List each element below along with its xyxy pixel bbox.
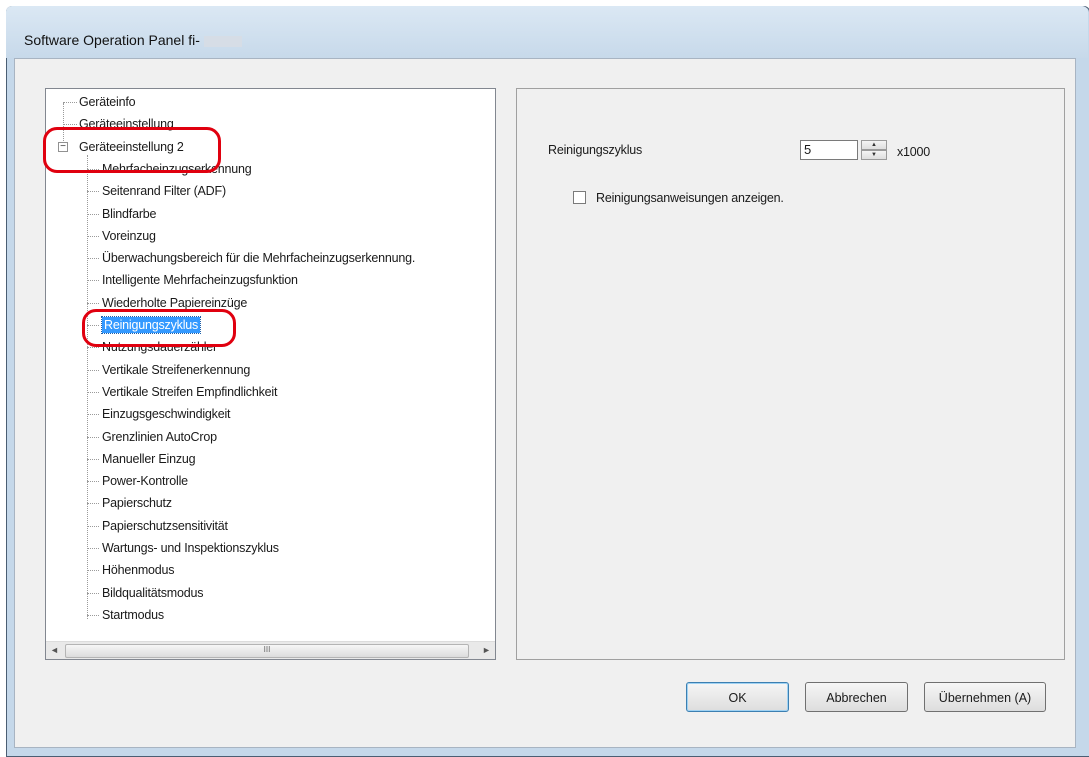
show-instructions-label[interactable]: Reinigungsanweisungen anzeigen. bbox=[596, 191, 784, 205]
tree-connector bbox=[63, 102, 77, 103]
tree-connector bbox=[87, 191, 99, 192]
tree-item-hohenmodus[interactable]: Höhenmodus bbox=[102, 562, 175, 578]
tree-connector bbox=[87, 481, 99, 482]
tree-connector bbox=[87, 526, 99, 527]
highlight-annotation bbox=[43, 127, 221, 173]
tree-connector bbox=[87, 503, 99, 504]
tree-connector bbox=[87, 214, 99, 215]
tree-connector bbox=[63, 124, 77, 125]
tree-item-grenzlinien-autocrop[interactable]: Grenzlinien AutoCrop bbox=[102, 429, 217, 445]
scroll-left-icon[interactable]: ◄ bbox=[46, 642, 63, 659]
tree-connector bbox=[87, 459, 99, 460]
tree-connector bbox=[87, 392, 99, 393]
tree-connector bbox=[87, 615, 99, 616]
window-title: Software Operation Panel fi- bbox=[24, 32, 242, 48]
tree-connector bbox=[87, 258, 99, 259]
tree-item-seitenrand-filter-adf[interactable]: Seitenrand Filter (ADF) bbox=[102, 183, 226, 199]
tree-item-gerateinfo[interactable]: Geräteinfo bbox=[79, 94, 136, 110]
tree-item-uberwachungsbereich-fur-die-mehrfacheinzugserkennung[interactable]: Überwachungsbereich für die Mehrfacheinz… bbox=[102, 250, 415, 266]
cancel-button[interactable]: Abbrechen bbox=[805, 682, 908, 712]
window-title-text: Software Operation Panel fi- bbox=[24, 32, 200, 48]
tree-item-blindfarbe[interactable]: Blindfarbe bbox=[102, 206, 156, 222]
tree-connector bbox=[87, 437, 99, 438]
tree-item-vertikale-streifenerkennung[interactable]: Vertikale Streifenerkennung bbox=[102, 362, 250, 378]
tree-item-voreinzug[interactable]: Voreinzug bbox=[102, 228, 156, 244]
cycle-unit: x1000 bbox=[897, 145, 931, 159]
highlight-annotation bbox=[82, 309, 236, 347]
title-bar[interactable]: Software Operation Panel fi- bbox=[6, 6, 1088, 58]
tree-connector bbox=[87, 370, 99, 371]
scroll-right-icon[interactable]: ► bbox=[478, 642, 495, 659]
tree-item-bildqualitatsmodus[interactable]: Bildqualitätsmodus bbox=[102, 585, 204, 601]
tree-connector bbox=[87, 548, 99, 549]
tree-item-power-kontrolle[interactable]: Power-Kontrolle bbox=[102, 473, 188, 489]
horizontal-scrollbar[interactable]: ◄ III ► bbox=[46, 641, 495, 659]
cycle-value-input[interactable]: 5 bbox=[800, 140, 858, 160]
show-instructions-checkbox[interactable] bbox=[573, 191, 586, 204]
cycle-label: Reinigungszyklus bbox=[548, 143, 643, 157]
tree-connector bbox=[87, 280, 99, 281]
tree-item-vertikale-streifen-empfindlichkeit[interactable]: Vertikale Streifen Empfindlichkeit bbox=[102, 384, 277, 400]
tree-connector bbox=[87, 414, 99, 415]
tree-item-startmodus[interactable]: Startmodus bbox=[102, 607, 164, 623]
tree-connector bbox=[87, 593, 99, 594]
tree-item-wartungs-und-inspektionszyklus[interactable]: Wartungs- und Inspektionszyklus bbox=[102, 540, 279, 556]
redacted-model-number bbox=[203, 35, 242, 47]
tree-connector bbox=[87, 155, 88, 619]
settings-tree-view[interactable]: − Geräteinfo Geräteeinstellung Geräteeinst… bbox=[45, 88, 496, 660]
tree-item-papierschutzsensitivitat[interactable]: Papierschutzsensitivität bbox=[102, 518, 228, 534]
tree-item-papierschutz[interactable]: Papierschutz bbox=[102, 495, 172, 511]
spin-up-button[interactable]: ▲ bbox=[861, 140, 887, 150]
scroll-thumb[interactable]: III bbox=[65, 644, 469, 658]
spin-down-button[interactable]: ▼ bbox=[861, 150, 887, 160]
tree-connector bbox=[87, 303, 99, 304]
tree-connector bbox=[87, 570, 99, 571]
tree-connector bbox=[87, 236, 99, 237]
tree-item-manueller-einzug[interactable]: Manueller Einzug bbox=[102, 451, 196, 467]
apply-button[interactable]: Übernehmen (A) bbox=[924, 682, 1046, 712]
tree-item-intelligente-mehrfacheinzugsfunktion[interactable]: Intelligente Mehrfacheinzugsfunktion bbox=[102, 272, 298, 288]
tree-connector bbox=[87, 347, 99, 348]
settings-panel bbox=[516, 88, 1065, 660]
ok-button[interactable]: OK bbox=[686, 682, 789, 712]
tree-item-einzugsgeschwindigkeit[interactable]: Einzugsgeschwindigkeit bbox=[102, 406, 231, 422]
